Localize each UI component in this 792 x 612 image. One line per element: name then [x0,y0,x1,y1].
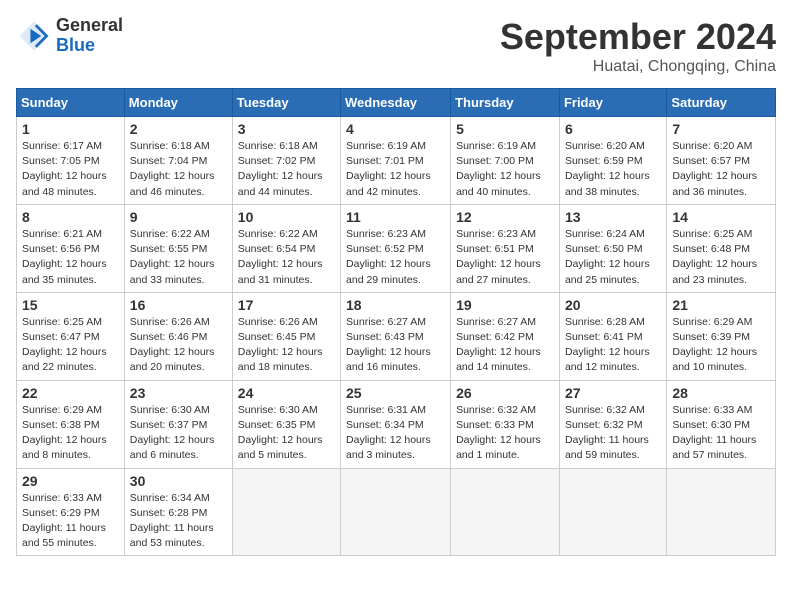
table-row: 1Sunrise: 6:17 AMSunset: 7:05 PMDaylight… [17,117,125,205]
table-row: 13Sunrise: 6:24 AMSunset: 6:50 PMDayligh… [559,204,666,292]
title-block: September 2024 Huatai, Chongqing, China [500,16,776,76]
table-row: 26Sunrise: 6:32 AMSunset: 6:33 PMDayligh… [451,380,560,468]
calendar-week-row: 29Sunrise: 6:33 AMSunset: 6:29 PMDayligh… [17,468,776,556]
header-monday: Monday [124,89,232,117]
logo-text: General Blue [56,15,123,55]
table-row: 20Sunrise: 6:28 AMSunset: 6:41 PMDayligh… [559,292,666,380]
weekday-header-row: Sunday Monday Tuesday Wednesday Thursday… [17,89,776,117]
table-row: 6Sunrise: 6:20 AMSunset: 6:59 PMDaylight… [559,117,666,205]
table-row: 25Sunrise: 6:31 AMSunset: 6:34 PMDayligh… [341,380,451,468]
table-row: 29Sunrise: 6:33 AMSunset: 6:29 PMDayligh… [17,468,125,556]
page-header: General Blue September 2024 Huatai, Chon… [16,16,776,76]
logo-icon [16,18,52,54]
logo: General Blue [16,16,123,56]
calendar-table: Sunday Monday Tuesday Wednesday Thursday… [16,88,776,556]
table-row: 8Sunrise: 6:21 AMSunset: 6:56 PMDaylight… [17,204,125,292]
table-row: 10Sunrise: 6:22 AMSunset: 6:54 PMDayligh… [232,204,340,292]
table-row: 18Sunrise: 6:27 AMSunset: 6:43 PMDayligh… [341,292,451,380]
table-row: 30Sunrise: 6:34 AMSunset: 6:28 PMDayligh… [124,468,232,556]
header-saturday: Saturday [667,89,776,117]
header-friday: Friday [559,89,666,117]
header-sunday: Sunday [17,89,125,117]
month-title: September 2024 [500,16,776,58]
header-thursday: Thursday [451,89,560,117]
table-row [559,468,666,556]
header-tuesday: Tuesday [232,89,340,117]
table-row: 9Sunrise: 6:22 AMSunset: 6:55 PMDaylight… [124,204,232,292]
table-row: 11Sunrise: 6:23 AMSunset: 6:52 PMDayligh… [341,204,451,292]
table-row [341,468,451,556]
calendar-week-row: 22Sunrise: 6:29 AMSunset: 6:38 PMDayligh… [17,380,776,468]
table-row: 16Sunrise: 6:26 AMSunset: 6:46 PMDayligh… [124,292,232,380]
calendar-week-row: 8Sunrise: 6:21 AMSunset: 6:56 PMDaylight… [17,204,776,292]
table-row [232,468,340,556]
table-row: 3Sunrise: 6:18 AMSunset: 7:02 PMDaylight… [232,117,340,205]
location-subtitle: Huatai, Chongqing, China [500,58,776,76]
table-row: 15Sunrise: 6:25 AMSunset: 6:47 PMDayligh… [17,292,125,380]
table-row: 19Sunrise: 6:27 AMSunset: 6:42 PMDayligh… [451,292,560,380]
table-row: 5Sunrise: 6:19 AMSunset: 7:00 PMDaylight… [451,117,560,205]
table-row: 17Sunrise: 6:26 AMSunset: 6:45 PMDayligh… [232,292,340,380]
calendar-week-row: 15Sunrise: 6:25 AMSunset: 6:47 PMDayligh… [17,292,776,380]
table-row [667,468,776,556]
table-row: 24Sunrise: 6:30 AMSunset: 6:35 PMDayligh… [232,380,340,468]
table-row: 28Sunrise: 6:33 AMSunset: 6:30 PMDayligh… [667,380,776,468]
table-row: 2Sunrise: 6:18 AMSunset: 7:04 PMDaylight… [124,117,232,205]
table-row: 27Sunrise: 6:32 AMSunset: 6:32 PMDayligh… [559,380,666,468]
table-row: 14Sunrise: 6:25 AMSunset: 6:48 PMDayligh… [667,204,776,292]
table-row: 22Sunrise: 6:29 AMSunset: 6:38 PMDayligh… [17,380,125,468]
table-row [451,468,560,556]
table-row: 4Sunrise: 6:19 AMSunset: 7:01 PMDaylight… [341,117,451,205]
table-row: 21Sunrise: 6:29 AMSunset: 6:39 PMDayligh… [667,292,776,380]
header-wednesday: Wednesday [341,89,451,117]
table-row: 23Sunrise: 6:30 AMSunset: 6:37 PMDayligh… [124,380,232,468]
table-row: 12Sunrise: 6:23 AMSunset: 6:51 PMDayligh… [451,204,560,292]
calendar-week-row: 1Sunrise: 6:17 AMSunset: 7:05 PMDaylight… [17,117,776,205]
table-row: 7Sunrise: 6:20 AMSunset: 6:57 PMDaylight… [667,117,776,205]
